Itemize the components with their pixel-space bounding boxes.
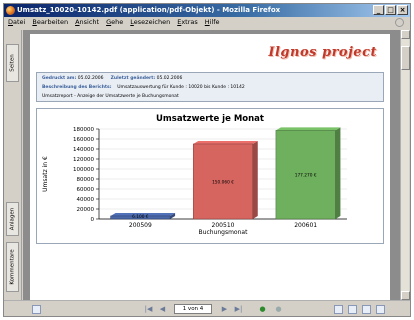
- last-page-button[interactable]: ▶|: [234, 305, 243, 314]
- navigation-pane: Seiten Anlagen Kommentare: [4, 30, 22, 300]
- chart-container: Umsatzwerte je Monat 0 20000 40000 60000 8000…: [36, 108, 384, 244]
- changed-label: Zuletzt geändert:: [110, 76, 156, 81]
- y-tick-label: 40000: [77, 197, 95, 203]
- revenue-chart: Umsatzwerte je Monat 0 20000 40000 60000 8000…: [42, 114, 347, 236]
- minimize-button[interactable]: _: [373, 5, 384, 15]
- changed-value: 05.02.2006: [156, 76, 183, 81]
- data-label: 177.270 €: [295, 173, 317, 179]
- x-tick-label: 200510: [212, 222, 235, 229]
- continuous-facing-icon[interactable]: [376, 305, 385, 314]
- bar-top: [275, 127, 341, 131]
- scroll-up-button[interactable]: [401, 30, 410, 39]
- document-view[interactable]: Ilgnos project Gedruckt am: 05.02.2006 Z…: [23, 30, 400, 300]
- chart-title: Umsatzwerte je Monat: [156, 114, 264, 124]
- bar-side: [252, 140, 258, 219]
- y-tick-label: 20000: [77, 207, 95, 213]
- menu-bar: Datei Bearbeiten Ansicht Gehe Lesezeiche…: [4, 17, 410, 28]
- facing-pages-icon[interactable]: [362, 305, 371, 314]
- company-logo: Ilgnos project: [268, 45, 377, 60]
- vertical-scrollbar[interactable]: [400, 30, 410, 300]
- y-tick-label: 60000: [77, 187, 95, 193]
- y-tick-label: 140000: [73, 147, 94, 153]
- first-page-button[interactable]: |◀: [144, 305, 153, 314]
- maximize-button[interactable]: □: [385, 5, 396, 15]
- forward-view-icon[interactable]: ●: [274, 305, 283, 314]
- y-tick-label: 180000: [73, 127, 94, 133]
- created-label: Gedruckt am:: [42, 76, 77, 81]
- x-axis-label: Buchungsmonat: [199, 229, 249, 236]
- x-tick-label: 200509: [129, 222, 152, 229]
- description-value: Umsatzauswertung für Kunde : 10020 bis K…: [117, 85, 245, 90]
- bar-side: [335, 127, 341, 219]
- single-page-icon[interactable]: [334, 305, 343, 314]
- next-page-button[interactable]: ▶: [220, 305, 229, 314]
- menu-ansicht[interactable]: Ansicht: [75, 17, 99, 28]
- throbber-icon: [395, 18, 404, 27]
- y-axis-label: Umsatz in €: [42, 156, 49, 192]
- menu-extras[interactable]: Extras: [177, 17, 198, 28]
- description-label: Beschreibung des Berichts:: [42, 85, 112, 90]
- data-label: 150.060 €: [212, 179, 234, 185]
- menu-hilfe[interactable]: Hilfe: [205, 17, 220, 28]
- y-tick-label: 80000: [77, 177, 95, 183]
- menu-lesezeichen[interactable]: Lesezeichen: [130, 17, 170, 28]
- y-tick-label: 0: [91, 217, 95, 223]
- tab-kommentare[interactable]: Kommentare: [6, 242, 19, 292]
- menu-datei[interactable]: Datei: [8, 17, 25, 28]
- browser-window: Umsatz_10020-10142.pdf (application/pdf-…: [3, 3, 411, 317]
- x-tick-label: 200601: [294, 222, 317, 229]
- scroll-down-button[interactable]: [401, 291, 410, 300]
- created-value: 05.02.2006: [77, 76, 104, 81]
- y-tick-label: 120000: [73, 157, 94, 163]
- report-subtitle: Umsatzreport - Anzeige der Umsatzwerte j…: [42, 94, 179, 99]
- title-bar: Umsatz_10020-10142.pdf (application/pdf-…: [4, 4, 410, 17]
- bar-top: [193, 140, 258, 144]
- window-title: Umsatz_10020-10142.pdf (application/pdf-…: [17, 6, 281, 14]
- tab-seiten[interactable]: Seiten: [6, 44, 19, 82]
- back-view-icon[interactable]: ●: [258, 305, 267, 314]
- continuous-page-icon[interactable]: [348, 305, 357, 314]
- menu-gehe[interactable]: Gehe: [106, 17, 123, 28]
- save-icon[interactable]: [32, 305, 41, 314]
- tab-anlagen[interactable]: Anlagen: [6, 202, 19, 236]
- data-label: 6.100 €: [132, 214, 149, 220]
- report-info-box: Gedruckt am: 05.02.2006 Zuletzt geändert…: [36, 72, 384, 102]
- pdf-toolbar: |◀ ◀ 1 von 4 ▶ ▶| ● ●: [4, 300, 410, 316]
- page-number-field[interactable]: 1 von 4: [174, 304, 212, 314]
- scroll-thumb[interactable]: [401, 46, 410, 70]
- menu-bearbeiten[interactable]: Bearbeiten: [32, 17, 68, 28]
- previous-page-button[interactable]: ◀: [158, 305, 167, 314]
- pdf-page: Ilgnos project Gedruckt am: 05.02.2006 Z…: [30, 34, 390, 300]
- y-tick-label: 100000: [73, 167, 94, 173]
- y-tick-label: 160000: [73, 137, 94, 143]
- firefox-icon: [6, 6, 15, 15]
- close-button[interactable]: ×: [397, 5, 408, 15]
